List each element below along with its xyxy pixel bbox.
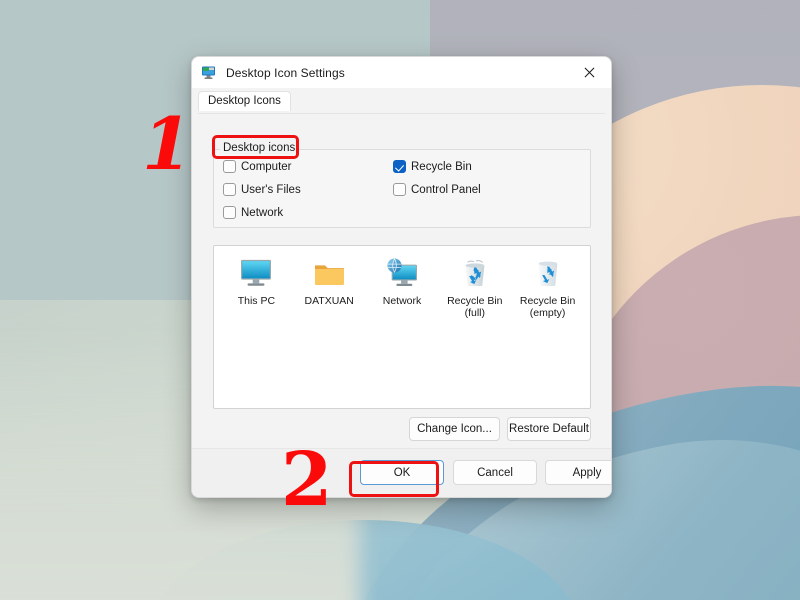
checkbox-computer[interactable]: Computer (223, 160, 292, 173)
checkbox-box-users-files[interactable] (223, 183, 236, 196)
checkbox-box-computer[interactable] (223, 160, 236, 173)
preview-caption-network: Network (366, 295, 439, 307)
folder-icon (293, 255, 366, 291)
tab-underline (198, 113, 605, 114)
checkbox-label-users-files: User's Files (241, 184, 301, 196)
checkbox-label-control-panel: Control Panel (411, 184, 481, 196)
network-icon (366, 255, 439, 291)
checkbox-network[interactable]: Network (223, 206, 283, 219)
preview-caption-recycle-bin-full: Recycle Bin (full) (438, 295, 511, 319)
change-icon-button[interactable]: Change Icon... (409, 417, 500, 441)
checkbox-users-files[interactable]: User's Files (223, 183, 301, 196)
checkbox-label-computer: Computer (241, 161, 292, 173)
preview-item-this-pc[interactable]: This PC (220, 255, 293, 307)
preview-caption-this-pc: This PC (220, 295, 293, 307)
tab-strip: Desktop Icons (198, 91, 605, 114)
annotation-step-1: 1 (142, 108, 192, 180)
desktop-background: Desktop Icon Settings Desktop Icons Desk… (0, 0, 800, 600)
preview-item-recycle-bin-full[interactable]: Recycle Bin (full) (438, 255, 511, 319)
preview-caption-recycle-bin-empty: Recycle Bin (empty) (511, 295, 584, 319)
checkbox-recycle-bin[interactable]: Recycle Bin (393, 160, 472, 173)
annotation-highlight-ok (349, 461, 439, 497)
titlebar[interactable]: Desktop Icon Settings (192, 57, 611, 88)
restore-default-button[interactable]: Restore Default (507, 417, 591, 441)
tab-desktop-icons[interactable]: Desktop Icons (198, 91, 291, 111)
annotation-step-2: 2 (281, 443, 333, 517)
window-title: Desktop Icon Settings (226, 66, 345, 80)
desktop-monitor-icon (201, 65, 218, 81)
this-pc-icon (220, 255, 293, 291)
recycle-bin-full-icon (438, 255, 511, 291)
preview-item-network[interactable]: Network (366, 255, 439, 307)
icon-preview-listbox[interactable]: This PC DATXUAN (213, 245, 591, 409)
desktop-icon-settings-dialog: Desktop Icon Settings Desktop Icons Desk… (191, 56, 612, 498)
cancel-button[interactable]: Cancel (453, 460, 537, 485)
checkbox-box-network[interactable] (223, 206, 236, 219)
checkbox-control-panel[interactable]: Control Panel (393, 183, 481, 196)
close-icon[interactable] (567, 57, 611, 88)
recycle-bin-empty-icon (511, 255, 584, 291)
wallpaper-teal-blob-3 (150, 520, 580, 600)
preview-item-recycle-bin-empty[interactable]: Recycle Bin (empty) (511, 255, 584, 319)
icon-preview-row: This PC DATXUAN (214, 246, 590, 319)
apply-button[interactable]: Apply (545, 460, 612, 485)
preview-caption-folder: DATXUAN (293, 295, 366, 307)
checkbox-box-recycle-bin[interactable] (393, 160, 406, 173)
checkbox-label-recycle-bin: Recycle Bin (411, 161, 472, 173)
checkbox-label-network: Network (241, 207, 283, 219)
checkbox-box-control-panel[interactable] (393, 183, 406, 196)
annotation-highlight-computer (212, 135, 299, 159)
preview-item-folder[interactable]: DATXUAN (293, 255, 366, 307)
